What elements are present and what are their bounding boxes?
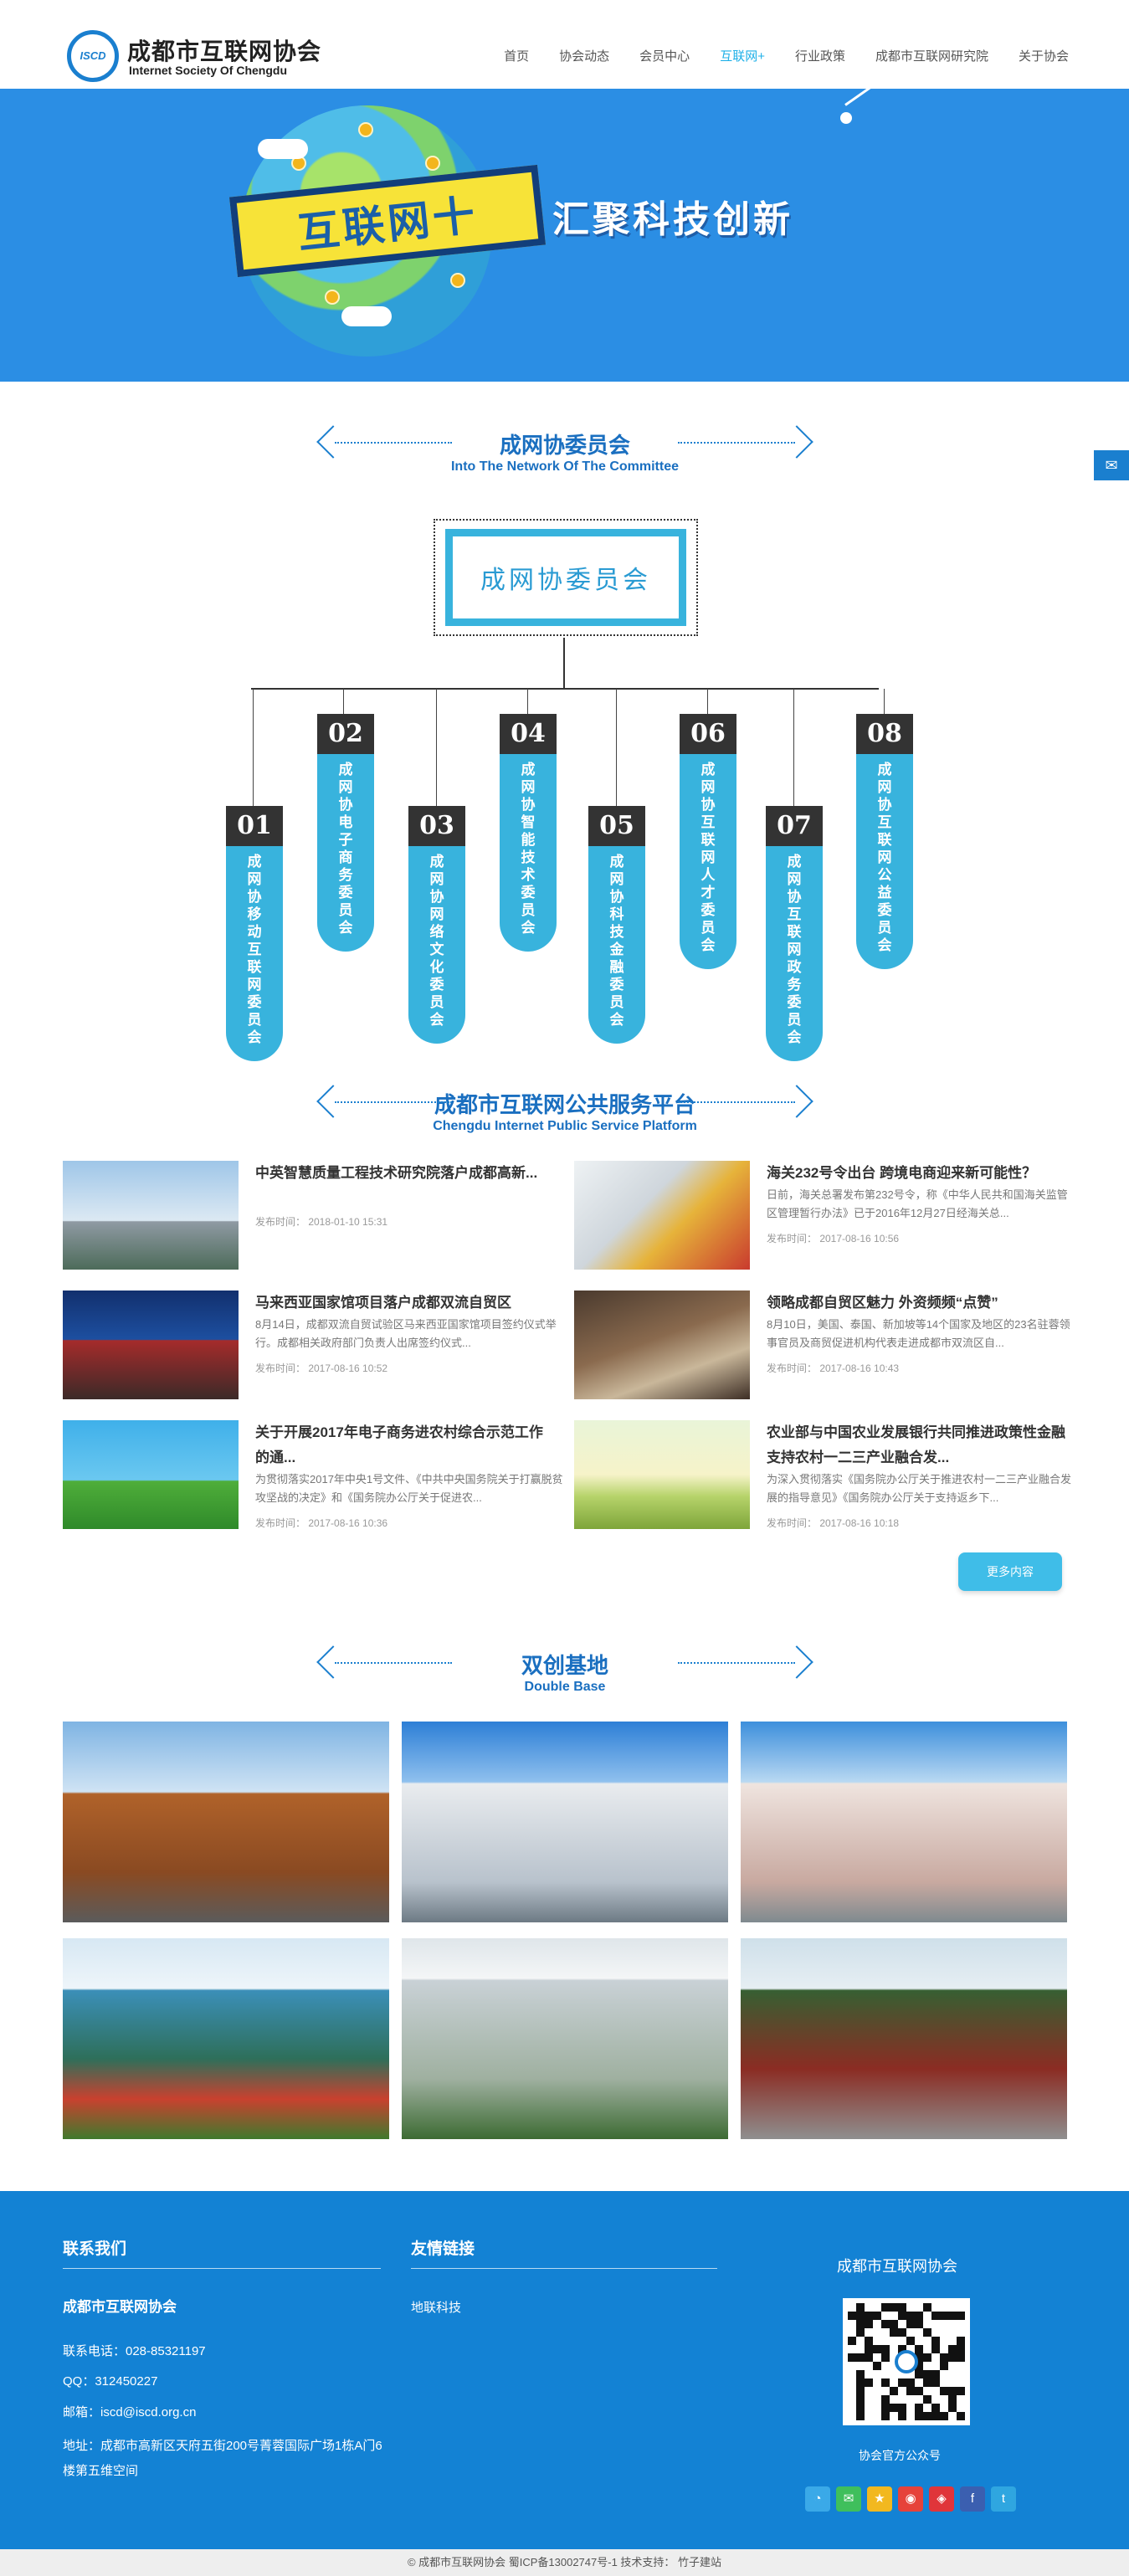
base-section-title: 双创基地 Double Base [318, 1645, 812, 1704]
committee-item-08[interactable]: 08 成网协互联网公益委员会 [856, 714, 913, 969]
committee-item-03[interactable]: 03 成网协网络文化委员会 [408, 806, 465, 1044]
nav-internet-plus[interactable]: 互联网+ [720, 47, 765, 64]
committee-section-title: 成网协委员会 Into The Network Of The Committee [318, 425, 812, 484]
news-title[interactable]: 海关232号令出台 跨境电商迎来新可能性？ [767, 1161, 1068, 1186]
banner-decoration-dot [840, 112, 852, 124]
nav-news[interactable]: 协会动态 [559, 47, 609, 64]
more-news-button[interactable]: 更多内容 [958, 1552, 1062, 1591]
news-thumbnail[interactable] [63, 1420, 239, 1529]
news-item[interactable]: 领略成都自贸区魅力 外资频频“点赞” 8月10日，美国、泰国、新加坡等14个国家… [574, 1291, 1076, 1408]
news-title[interactable]: 关于开展2017年电子商务进农村综合示范工作的通... [255, 1420, 557, 1470]
tree-connector [563, 638, 565, 688]
footer-phone: 联系电话：028-85321197 [63, 2344, 206, 2358]
news-summary: 为贯彻落实2017年中央1号文件、《中共中央国务院关于打赢脱贫攻坚战的决定》和《… [255, 1473, 563, 1504]
footer-org-name: 成都市互联网协会 [63, 2299, 177, 2315]
news-thumbnail[interactable] [63, 1291, 239, 1399]
base-photo[interactable] [402, 1938, 728, 2139]
news-date: 发布时间： 2017-08-16 10:18 [767, 1517, 900, 1529]
news-item[interactable]: 农业部与中国农业发展银行共同推进政策性金融 支持农村一二三产业融合发... 为深… [574, 1420, 1076, 1537]
news-title[interactable]: 中英智慧质量工程技术研究院落户成都高新... [255, 1161, 557, 1186]
tencent-weibo-icon[interactable]: ◈ [929, 2486, 954, 2512]
news-summary: 为深入贯彻落实《国务院办公厅关于推进农村一二三产业融合发展的指导意见》《国务院办… [767, 1473, 1072, 1504]
news-date: 发布时间： 2017-08-16 10:56 [767, 1233, 900, 1244]
footer-address: 地址：成都市高新区天府五街200号菁蓉国际广场1栋A门6楼第五维空间 [63, 2439, 382, 2478]
logo-title: 成都市互联网协会 [127, 38, 322, 64]
copyright-bar: © 成都市互联网协会 蜀ICP备13002747号-1 技术支持： 竹子建站 [0, 2549, 1129, 2576]
news-item[interactable]: 中英智慧质量工程技术研究院落户成都高新... 发布时间： 2018-01-10 … [63, 1161, 565, 1278]
facebook-icon[interactable]: f [960, 2486, 985, 2512]
news-date: 发布时间： 2017-08-16 10:52 [255, 1362, 388, 1374]
committee-item-07[interactable]: 07 成网协互联网政务委员会 [766, 806, 823, 1061]
footer-link[interactable]: 地联科技 [411, 2298, 461, 2316]
footer-links-title: 友情链接 [411, 2240, 475, 2258]
nav-home[interactable]: 首页 [504, 47, 529, 64]
logo-mark: ISCD [67, 30, 119, 82]
news-item[interactable]: 海关232号令出台 跨境电商迎来新可能性？ 日前，海关总署发布第232号令，称《… [574, 1161, 1076, 1278]
committee-root-box: 成网协委员会 [434, 519, 698, 636]
logo-subtitle: Internet Society Of Chengdu [129, 64, 288, 77]
wechat-icon: ✉ [1105, 457, 1118, 474]
banner-decoration [844, 89, 901, 106]
news-title[interactable]: 马来西亚国家馆项目落户成都双流自贸区 [255, 1291, 557, 1316]
news-date: 发布时间： 2017-08-16 10:36 [255, 1517, 388, 1529]
base-photo[interactable] [741, 1938, 1067, 2139]
base-photo[interactable] [63, 1938, 389, 2139]
wechat-icon[interactable]: ✉ [836, 2486, 861, 2512]
committee-item-04[interactable]: 04 成网协智能技术委员会 [500, 714, 557, 952]
committee-item-01[interactable]: 01 成网协移动互联网委员会 [226, 806, 283, 1061]
social-links: ◔ ✉ ★ ◉ ◈ f t [805, 2486, 1022, 2512]
tree-connector [251, 688, 879, 690]
committee-item-02[interactable]: 02 成网协电子商务委员会 [317, 714, 374, 952]
news-item[interactable]: 关于开展2017年电子商务进农村综合示范工作的通... 为贯彻落实2017年中央… [63, 1420, 565, 1537]
banner-slogan: 汇聚科技创新 [552, 199, 793, 240]
platform-section-title: 成都市互联网公共服务平台 Chengdu Internet Public Ser… [318, 1085, 812, 1143]
news-thumbnail[interactable] [63, 1161, 239, 1270]
qzone-icon[interactable]: ★ [867, 2486, 892, 2512]
wechat-qr-code [843, 2298, 970, 2425]
news-thumbnail[interactable] [574, 1161, 750, 1270]
nav-members[interactable]: 会员中心 [639, 47, 690, 64]
hero-banner: 互联网十 汇聚科技创新 [0, 89, 1129, 382]
footer-qq: QQ：312450227 [63, 2374, 158, 2389]
footer-qr-title: 成都市互联网协会 [837, 2258, 957, 2275]
main-nav: 首页 协会动态 会员中心 互联网+ 行业政策 成都市互联网研究院 关于协会 [474, 47, 1069, 64]
weibo-icon[interactable]: ◉ [898, 2486, 923, 2512]
base-photo[interactable] [741, 1722, 1067, 1922]
site-header: ISCD 成都市互联网协会 Internet Society Of Chengd… [0, 0, 1129, 89]
news-thumbnail[interactable] [574, 1420, 750, 1529]
news-summary: 8月10日，美国、泰国、新加坡等14个国家及地区的23名驻蓉领事官员及商贸促进机… [767, 1318, 1070, 1349]
footer-email: 邮箱：iscd@iscd.org.cn [63, 2405, 197, 2419]
news-date: 发布时间： 2018-01-10 15:31 [255, 1216, 388, 1228]
committee-item-05[interactable]: 05 成网协科技金融委员会 [588, 806, 645, 1044]
nav-institute[interactable]: 成都市互联网研究院 [875, 47, 988, 64]
nav-policy[interactable]: 行业政策 [795, 47, 845, 64]
news-item[interactable]: 马来西亚国家馆项目落户成都双流自贸区 8月14日，成都双流自贸试验区马来西亚国家… [63, 1291, 565, 1408]
nav-about[interactable]: 关于协会 [1019, 47, 1069, 64]
news-date: 发布时间： 2017-08-16 10:43 [767, 1362, 900, 1374]
base-photo[interactable] [402, 1722, 728, 1922]
news-summary: 8月14日，成都双流自贸试验区马来西亚国家馆项目签约仪式举行。成都相关政府部门负… [255, 1318, 557, 1349]
wechat-float-button[interactable]: ✉ [1094, 450, 1129, 480]
news-thumbnail[interactable] [574, 1291, 750, 1399]
site-footer: 联系我们 成都市互联网协会 联系电话：028-85321197 QQ：31245… [0, 2191, 1129, 2549]
site-logo[interactable]: ISCD 成都市互联网协会 Internet Society Of Chengd… [67, 28, 352, 82]
news-title[interactable]: 领略成都自贸区魅力 外资频频“点赞” [767, 1291, 1068, 1316]
news-title[interactable]: 农业部与中国农业发展银行共同推进政策性金融 支持农村一二三产业融合发... [767, 1420, 1068, 1470]
committee-item-06[interactable]: 06 成网协互联网人才委员会 [680, 714, 736, 969]
footer-contact-title: 联系我们 [63, 2240, 127, 2258]
footer-qr-caption: 协会官方公众号 [859, 2449, 941, 2462]
qq-icon[interactable]: ◔ [805, 2486, 830, 2512]
base-photo[interactable] [63, 1722, 389, 1922]
news-summary: 日前，海关总署发布第232号令，称《中华人民共和国海关监管区管理暂行办法》已于2… [767, 1188, 1068, 1219]
twitter-icon[interactable]: t [991, 2486, 1016, 2512]
